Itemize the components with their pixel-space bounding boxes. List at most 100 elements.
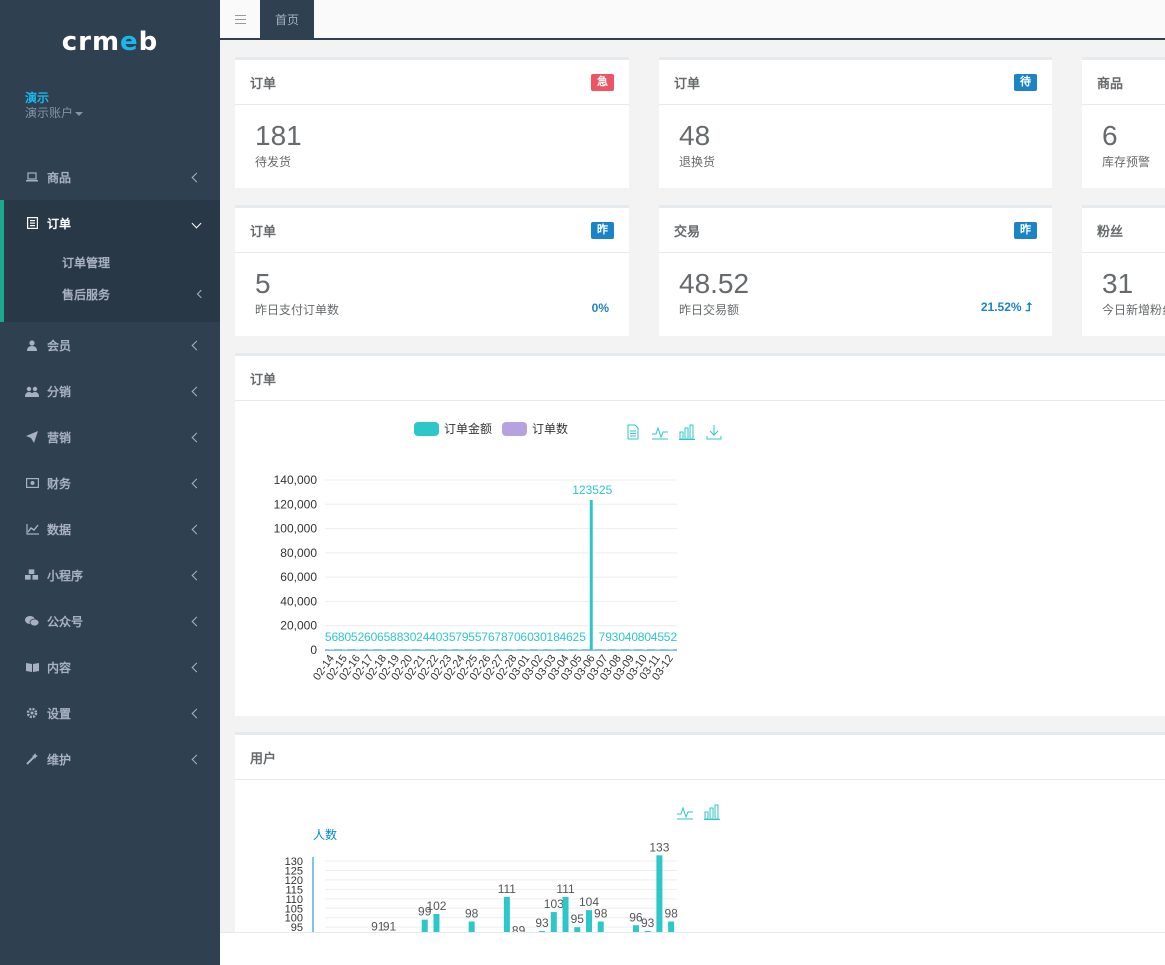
wechat-icon xyxy=(25,614,39,628)
bar-count xyxy=(644,649,647,650)
sidebar-item-order[interactable]: 订单 xyxy=(0,200,220,246)
bar-count xyxy=(436,649,439,650)
status-badge: 待 xyxy=(1014,73,1037,91)
profile-name: 演示 xyxy=(25,91,50,105)
sidebar-item-content[interactable]: 内容 xyxy=(0,644,220,690)
bar-amount xyxy=(355,649,359,650)
bar-amount xyxy=(654,649,658,650)
sidebar-item-distribution[interactable]: 分销 xyxy=(0,368,220,414)
bar-count xyxy=(592,649,595,650)
bar-value-label: 80 xyxy=(338,630,352,644)
sidebar-item-settings[interactable]: 设置 xyxy=(0,690,220,736)
stat-card-returns: 订单 待 48 退换货 xyxy=(659,57,1052,188)
bar-count xyxy=(345,649,348,650)
bar-value-label: 103 xyxy=(544,897,564,911)
bar-value-label: 70 xyxy=(507,630,521,644)
top-bar: 首页 xyxy=(220,0,1165,40)
bar-value-label: 79 xyxy=(599,630,613,644)
bar-value-label: 55 xyxy=(468,630,482,644)
status-badge: 急 xyxy=(591,73,614,91)
bar-value-label: 98 xyxy=(594,907,608,921)
bar-value-label: 102 xyxy=(426,899,446,913)
y-tick-label: 60,000 xyxy=(280,570,317,584)
bar-count xyxy=(579,649,582,650)
profile-role-dropdown[interactable]: 演示账户 xyxy=(25,106,195,121)
chevron-left-icon xyxy=(191,340,202,350)
stat-value: 5 xyxy=(255,268,271,299)
chevron-left-icon xyxy=(191,432,202,442)
sidebar-subitem-order-manage[interactable]: 订单管理 xyxy=(4,246,220,278)
bar-value-label: 35 xyxy=(442,630,456,644)
bar-users xyxy=(421,919,428,932)
sidebar-item-goods[interactable]: 商品 xyxy=(0,154,220,200)
bar-value-label: 65 xyxy=(377,630,391,644)
sidebar-item-marketing[interactable]: 营销 xyxy=(0,414,220,460)
chevron-left-icon xyxy=(191,662,202,672)
bar-amount xyxy=(589,500,593,650)
bar-users xyxy=(433,913,440,932)
bar-amount xyxy=(628,649,632,650)
sidebar-item-mini-program[interactable]: 小程序 xyxy=(0,552,220,598)
bar-value-label: 30 xyxy=(403,630,417,644)
status-badge: 昨 xyxy=(591,221,614,239)
chevron-left-icon xyxy=(191,754,202,764)
menu-toggle-button[interactable] xyxy=(220,0,260,38)
bar-value-label: 111 xyxy=(498,882,517,896)
bar-count xyxy=(462,649,465,650)
bar-count xyxy=(501,649,504,650)
sidebar-item-maintenance[interactable]: 维护 xyxy=(0,736,220,782)
stat-value: 31 xyxy=(1102,268,1134,299)
bar-value-label: 95 xyxy=(571,912,585,926)
stat-label: 今日新增粉丝 xyxy=(1102,303,1165,317)
bar-count xyxy=(657,649,660,650)
chevron-left-icon xyxy=(191,172,202,182)
bar-users xyxy=(597,921,604,932)
chevron-left-icon xyxy=(191,616,202,626)
money-icon xyxy=(25,476,39,490)
bar-value-label: 88 xyxy=(390,630,404,644)
bar-amount xyxy=(615,649,619,650)
bar-value-label: 133 xyxy=(649,840,669,854)
card-title: 交易 xyxy=(674,223,701,239)
stat-card-new-fans: 粉丝 31 今日新增粉丝 xyxy=(1082,205,1165,336)
chevron-left-icon xyxy=(191,570,202,580)
y-tick-label: 0 xyxy=(310,643,317,657)
sidebar-item-finance[interactable]: 财务 xyxy=(0,460,220,506)
bar-count xyxy=(384,649,387,650)
bar-value-label: 78 xyxy=(494,630,508,644)
bar-value-label: 30 xyxy=(533,630,547,644)
bar-amount xyxy=(472,649,476,650)
bar-amount xyxy=(602,649,606,650)
bar-amount xyxy=(563,649,567,650)
bar-amount xyxy=(381,649,385,650)
bar-value-label: 25 xyxy=(573,630,587,644)
bar-value-label: 40 xyxy=(429,630,443,644)
sidebar-item-member[interactable]: 会员 xyxy=(0,322,220,368)
chevron-left-icon xyxy=(191,478,202,488)
chevron-left-icon xyxy=(191,386,202,396)
bar-value-label: 40 xyxy=(625,630,639,644)
bar-amount xyxy=(394,649,398,650)
bar-amount xyxy=(524,649,528,650)
bar-value-label: 52 xyxy=(351,630,365,644)
bar-value-label: 52 xyxy=(664,630,678,644)
tab-home[interactable]: 首页 xyxy=(260,0,314,38)
stat-card-pending-shipment: 订单 急 181 待发货 xyxy=(235,57,629,188)
bar-value-label: 24 xyxy=(416,630,430,644)
stat-label: 待发货 xyxy=(255,155,292,169)
bar-amount xyxy=(433,649,437,650)
chevron-down-icon xyxy=(191,218,202,228)
stat-value: 48 xyxy=(679,120,711,151)
stat-value: 181 xyxy=(255,120,302,151)
bar-amount xyxy=(407,649,411,650)
stat-label: 退换货 xyxy=(679,155,716,169)
bar-amount xyxy=(485,649,489,650)
bar-amount xyxy=(667,649,671,650)
bar-value-label: 123525 xyxy=(572,483,612,497)
sidebar-item-official-account[interactable]: 公众号 xyxy=(0,598,220,644)
status-badge: 昨 xyxy=(1014,221,1037,239)
brand-logo[interactable]: crmeb xyxy=(0,0,220,84)
sidebar-item-data[interactable]: 数据 xyxy=(0,506,220,552)
user-profile: 演示 演示账户 xyxy=(0,84,220,154)
sidebar-subitem-after-sale[interactable]: 售后服务 xyxy=(4,278,220,310)
